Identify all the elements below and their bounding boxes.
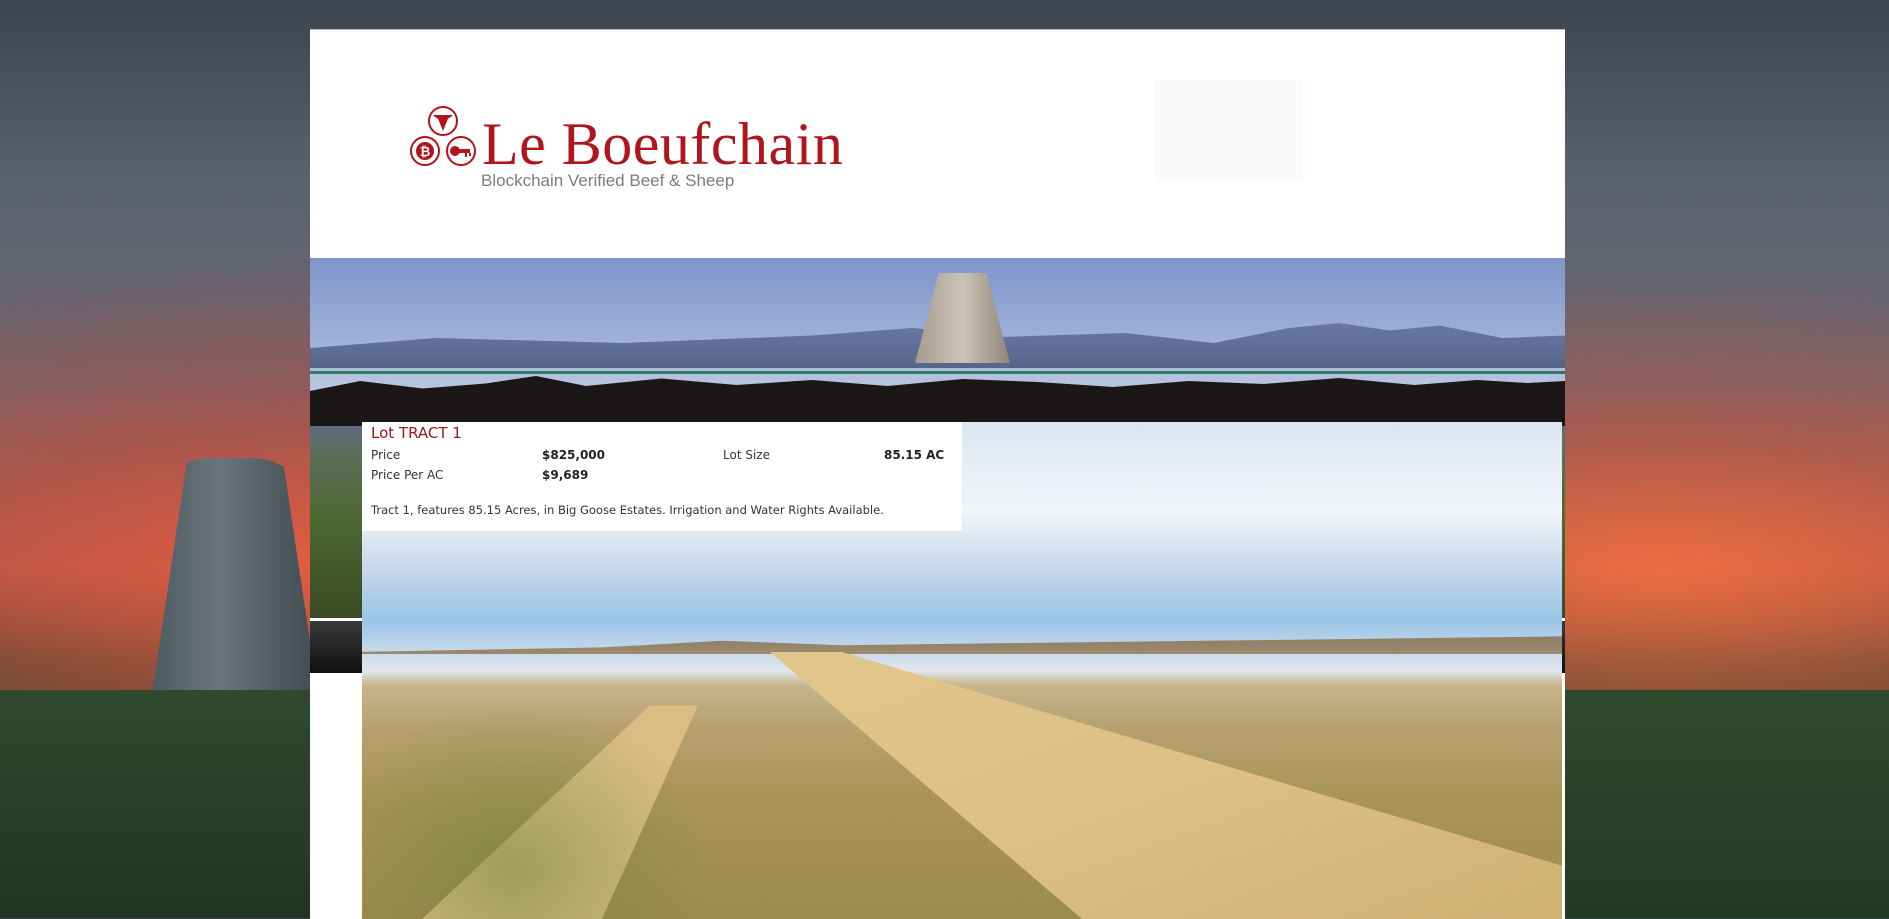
lot-description: Tract 1, features 85.15 Acres, in Big Go… [371, 503, 884, 517]
lot-title: Lot TRACT 1 [371, 424, 462, 442]
header-widget-placeholder [1155, 80, 1303, 181]
background-forest-right [1560, 690, 1889, 918]
banner-devils-tower [915, 273, 1010, 363]
svg-text:₿: ₿ [420, 145, 431, 160]
site-header: ₿ Le Boeufchain Blockchain Verified Beef… [310, 30, 1565, 258]
brand-name: Le Boeufchain [482, 111, 844, 177]
price-label: Price [371, 448, 401, 462]
lot-size-value: 85.15 AC [884, 448, 945, 462]
background-forest-left [0, 690, 320, 918]
price-per-ac-value: $9,689 [542, 468, 589, 482]
photo-sagebrush [362, 672, 742, 919]
photo-distant-hills [362, 636, 1562, 654]
brand-tagline: Blockchain Verified Beef & Sheep [481, 171, 735, 190]
price-per-ac-label: Price Per AC [371, 468, 444, 482]
bitcoin-icon: ₿ [416, 142, 434, 160]
logo-mark: ₿ [410, 106, 476, 166]
lot-size-label: Lot Size [723, 448, 770, 462]
site-container: ₿ Le Boeufchain Blockchain Verified Beef… [310, 29, 1565, 919]
lot-info-card: Lot TRACT 1 Price $825,000 Lot Size 85.1… [362, 422, 962, 531]
price-value: $825,000 [542, 448, 606, 462]
background-butte [150, 458, 320, 708]
steer-head-icon [433, 114, 453, 132]
banner-cattle [310, 376, 1565, 426]
key-icon [450, 146, 471, 157]
